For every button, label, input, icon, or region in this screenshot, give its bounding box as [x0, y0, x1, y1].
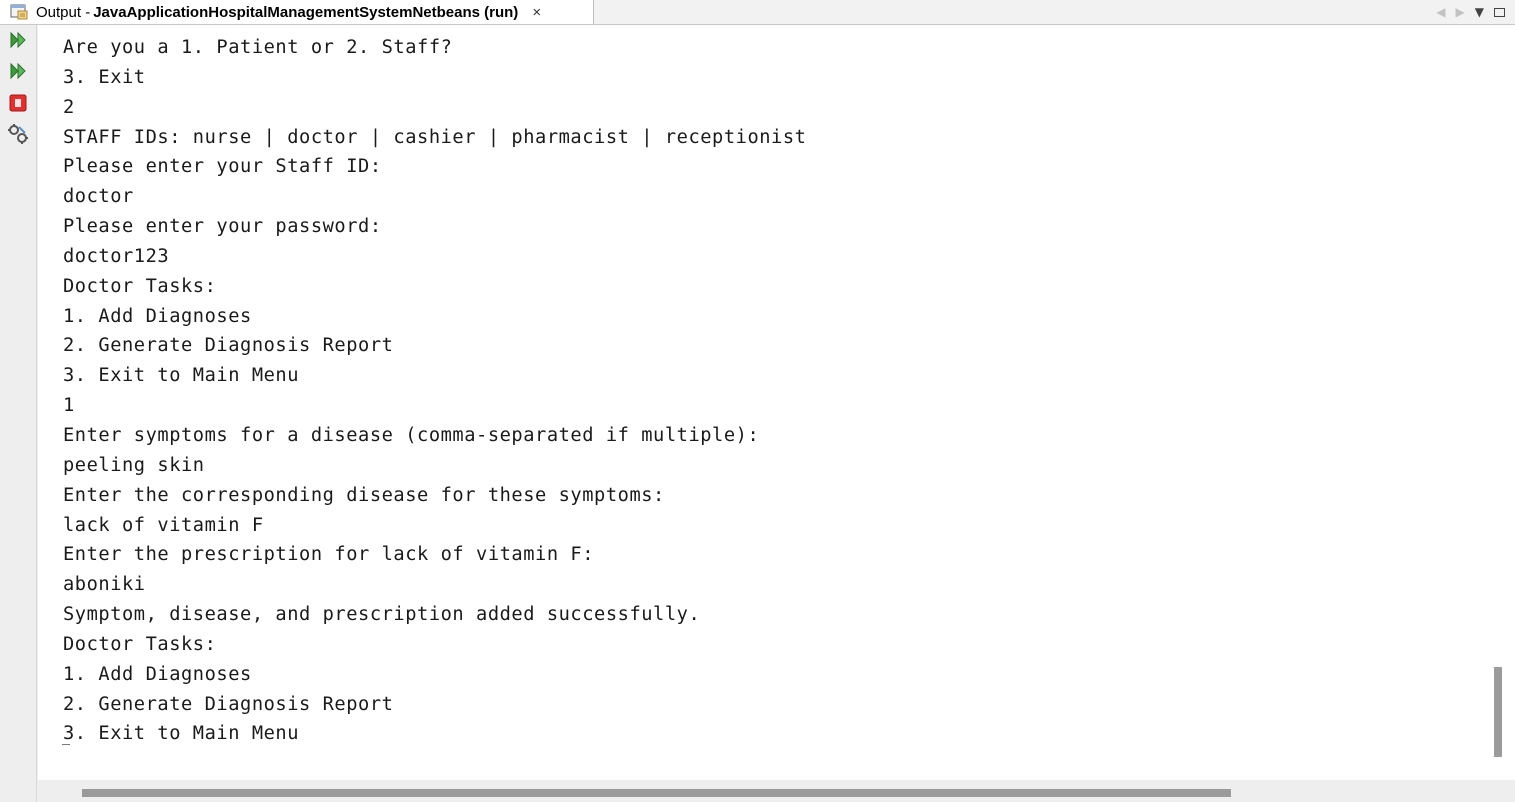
console-line: Please enter your Staff ID: — [63, 156, 382, 178]
tab-output[interactable]: Output - JavaApplicationHospitalManageme… — [0, 0, 594, 24]
text-cursor — [62, 744, 70, 745]
vertical-scrollbar[interactable] — [1487, 25, 1515, 780]
rerun-with-params-icon[interactable] — [7, 60, 29, 82]
console-line: 1 — [63, 395, 75, 417]
close-icon[interactable]: × — [532, 4, 541, 21]
tab-navigation: ◀ ▶ ▼ — [1436, 0, 1515, 24]
output-window-icon — [10, 4, 28, 20]
console-line: Please enter your password: — [63, 216, 382, 238]
maximize-icon[interactable] — [1494, 7, 1505, 17]
tab-bar: Output - JavaApplicationHospitalManageme… — [0, 0, 1515, 25]
vertical-scroll-thumb[interactable] — [1494, 667, 1502, 757]
rerun-icon[interactable] — [7, 29, 29, 51]
console-line: Enter symptoms for a disease (comma-sepa… — [63, 424, 760, 446]
console-line: aboniki — [63, 574, 146, 596]
console-line: Are you a 1. Patient or 2. Staff? — [63, 37, 453, 58]
horizontal-scrollbar[interactable] — [38, 780, 1515, 802]
console-line: Doctor Tasks: — [63, 275, 217, 297]
console-line: 3. Exit — [63, 66, 146, 88]
console-line: 1. Add Diagnoses — [63, 663, 252, 685]
console-line: 3. Exit to Main Menu — [63, 365, 300, 387]
console-line: Symptom, disease, and prescription added… — [63, 604, 701, 626]
settings-icon[interactable] — [7, 123, 29, 145]
console-line: lack of vitamin F — [63, 514, 264, 536]
console-line: 2. Generate Diagnosis Report — [63, 693, 394, 715]
console-line: Enter the prescription for lack of vitam… — [63, 544, 595, 566]
console-text: Are you a 1. Patient or 2. Staff? 3. Exit… — [63, 33, 806, 749]
tab-list-dropdown-icon[interactable]: ▼ — [1475, 5, 1484, 19]
console-line: 1. Add Diagnoses — [63, 305, 252, 327]
console-line: 2. Generate Diagnosis Report — [63, 335, 394, 357]
console-line: Enter the corresponding disease for thes… — [63, 484, 665, 506]
ide-output-window: Output - JavaApplicationHospitalManageme… — [0, 0, 1515, 802]
scroll-tabs-right-icon[interactable]: ▶ — [1456, 5, 1465, 19]
stop-icon[interactable] — [7, 92, 29, 114]
console-line: doctor123 — [63, 245, 170, 267]
console-line: Doctor Tasks: — [63, 633, 217, 655]
console-line: doctor — [63, 186, 134, 208]
console-line: STAFF IDs: nurse | doctor | cashier | ph… — [63, 126, 807, 148]
console-line: 3. Exit to Main Menu — [63, 723, 300, 745]
scroll-tabs-left-icon[interactable]: ◀ — [1436, 5, 1445, 19]
console-line: peeling skin — [63, 454, 205, 476]
tab-title: JavaApplicationHospitalManagementSystemN… — [93, 3, 519, 21]
console-output-area[interactable]: Are you a 1. Patient or 2. Staff? 3. Exit… — [38, 25, 1487, 780]
console-line: 2 — [63, 96, 75, 118]
horizontal-scroll-thumb[interactable] — [82, 789, 1231, 797]
tab-prefix: Output - — [36, 3, 91, 21]
output-toolbar — [0, 25, 37, 802]
